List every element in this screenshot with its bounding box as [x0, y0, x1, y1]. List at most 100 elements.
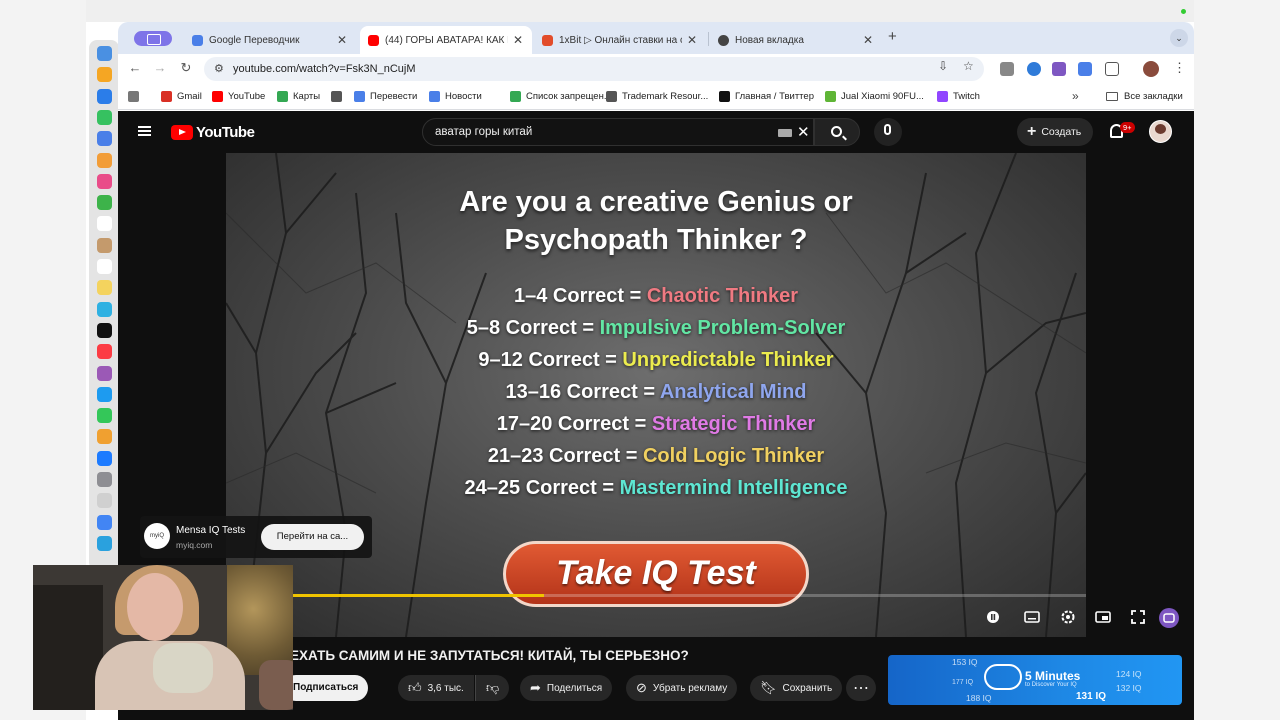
tab-google-translate[interactable]: Google Переводчик ✕	[184, 26, 356, 54]
share-button[interactable]: ➦ Поделиться	[520, 675, 613, 701]
bookmark-item[interactable]: Twitch	[937, 91, 980, 102]
extension-icon[interactable]	[1000, 62, 1014, 76]
keyboard-icon[interactable]	[778, 129, 792, 137]
ad-iq-label: 124 IQ	[1116, 669, 1142, 679]
search-query[interactable]: аватар горы китай	[435, 126, 532, 138]
subtitles-icon[interactable]	[1023, 608, 1041, 626]
dock-app-icon[interactable]	[97, 173, 112, 189]
bookmark-label: Список запрещен...	[526, 91, 612, 102]
dock-app-icon[interactable]	[97, 88, 112, 104]
bookmark-item[interactable]: Новости	[429, 91, 482, 102]
dock-app-icon[interactable]	[97, 152, 112, 168]
bookmark-item[interactable]: Gmail	[161, 91, 202, 102]
dock-app-icon[interactable]	[97, 429, 112, 445]
fullscreen-icon[interactable]	[1129, 608, 1147, 626]
bookmark-item[interactable]: Главная / Твиттер	[719, 91, 814, 102]
address-bar[interactable]: ⚙ youtube.com/watch?v=Fsk3N_nCujM	[204, 57, 984, 81]
site-info-icon[interactable]: ⚙	[214, 62, 224, 75]
dock-app-icon[interactable]	[97, 365, 112, 381]
video-player[interactable]: Are you a creative Genius or Psychopath …	[226, 153, 1086, 637]
bookmark-item[interactable]: Список запрещен...	[510, 91, 612, 102]
tab-youtube[interactable]: (44) ГОРЫ АВАТАРА! КАК П... ✕	[360, 26, 532, 54]
dock-app-icon[interactable]	[97, 46, 112, 61]
dock-app-icon[interactable]	[97, 408, 112, 424]
new-tab-plus-icon[interactable]: +	[888, 28, 897, 45]
dock-app-icon[interactable]	[97, 514, 112, 530]
extensions-puzzle-icon[interactable]	[1105, 62, 1119, 76]
close-tab-icon[interactable]: ✕	[512, 33, 524, 47]
ad-iq-label: 153 IQ	[952, 657, 978, 667]
video-progress-bar[interactable]	[226, 594, 1086, 597]
dock-app-icon[interactable]	[97, 493, 112, 509]
extension-purple-icon[interactable]	[1052, 62, 1066, 76]
vpn-shield-icon[interactable]	[1027, 62, 1041, 76]
dock-app-icon[interactable]	[97, 131, 112, 147]
reload-icon[interactable]: ↻	[177, 60, 195, 76]
youtube-logo[interactable]: YouTube	[171, 124, 255, 141]
back-arrow-icon[interactable]: ←	[126, 60, 144, 75]
save-button[interactable]: 🔖︎ Сохранить	[750, 675, 843, 701]
search-button[interactable]	[814, 118, 860, 146]
dock-app-icon[interactable]	[97, 216, 112, 232]
dock-app-icon[interactable]	[97, 450, 112, 466]
bookmark-save-icon: 🔖︎	[760, 680, 777, 695]
bookmark-item[interactable]: Карты	[277, 91, 320, 102]
menu-hamburger-icon[interactable]	[138, 126, 151, 136]
dock-app-icon[interactable]	[97, 535, 112, 551]
forward-arrow-icon[interactable]: →	[151, 60, 169, 75]
all-bookmarks[interactable]: Все закладки	[1106, 91, 1183, 102]
bookmark-item[interactable]: Jual Xiaomi 90FU...	[825, 91, 924, 102]
ad-iq-label: 132 IQ	[1116, 683, 1142, 693]
dock-app-icon[interactable]	[97, 109, 112, 125]
more-actions-icon[interactable]: ⋯	[846, 675, 876, 701]
pause-icon[interactable]	[984, 608, 1002, 626]
dock-app-icon[interactable]	[97, 472, 112, 487]
dock-app-icon[interactable]	[97, 386, 112, 402]
ad-banner[interactable]: 153 IQ 124 IQ 177 IQ 132 IQ 188 IQ 131 I…	[888, 655, 1182, 705]
dock-app-icon[interactable]	[97, 237, 112, 253]
voice-search-button[interactable]	[874, 118, 902, 146]
dock-app-icon[interactable]	[97, 280, 112, 296]
visit-site-button[interactable]: Перейти на са...	[261, 524, 364, 550]
close-tab-icon[interactable]: ✕	[336, 33, 348, 47]
miniplayer-icon[interactable]	[1094, 608, 1112, 626]
account-avatar[interactable]	[1149, 120, 1172, 143]
bookmark-item[interactable]: YouTube	[212, 91, 265, 102]
bookmark-item[interactable]: Перевести	[354, 91, 417, 102]
dock-app-icon[interactable]	[97, 259, 112, 274]
tab-new-tab[interactable]: Новая вкладка ✕	[710, 26, 882, 54]
dislike-button[interactable]: 👎︎	[475, 675, 510, 701]
like-count: 3,6 тыс.	[427, 682, 464, 694]
url-text[interactable]: youtube.com/watch?v=Fsk3N_nCujM	[233, 63, 416, 75]
browser-menu-icon[interactable]: ⋮	[1173, 60, 1186, 76]
install-app-icon[interactable]: ⇩	[938, 59, 948, 73]
menu-bar	[86, 0, 1194, 22]
extension-overlay-icon[interactable]	[1158, 607, 1180, 629]
profile-avatar-icon[interactable]	[1143, 61, 1159, 77]
sponsor-card[interactable]: myiQ Mensa IQ Tests myiq.com Перейти на …	[140, 516, 372, 558]
more-bookmarks-icon[interactable]: »	[1072, 89, 1079, 103]
dock-app-icon[interactable]	[97, 195, 112, 211]
workspace-tab-icon[interactable]	[134, 31, 172, 46]
bookmark-star-icon[interactable]: ☆	[963, 59, 974, 73]
dock-app-icon[interactable]	[97, 322, 112, 338]
apps-grid-icon[interactable]	[128, 91, 139, 102]
bookmark-item[interactable]	[331, 91, 347, 102]
remove-ads-button[interactable]: ⊘ Убрать рекламу	[626, 675, 738, 701]
dock-app-icon[interactable]	[97, 67, 112, 83]
bookmark-item[interactable]: Trademark Resour...	[606, 91, 708, 102]
tab-search-chevron-icon[interactable]: ⌄	[1170, 29, 1188, 47]
clear-search-icon[interactable]: ✕	[797, 123, 810, 141]
tab-1xbit[interactable]: 1xBit ▷ Онлайн ставки на сп... ✕	[534, 26, 706, 54]
subscribe-button[interactable]: Подписаться	[283, 675, 368, 701]
close-tab-icon[interactable]: ✕	[862, 33, 874, 47]
close-tab-icon[interactable]: ✕	[686, 33, 698, 47]
dock-app-icon[interactable]	[97, 301, 112, 317]
translate-extension-icon[interactable]	[1078, 62, 1092, 76]
dock-app-icon[interactable]	[97, 344, 112, 360]
create-button[interactable]: + Создать	[1017, 118, 1094, 146]
take-iq-test-button[interactable]: Take IQ Test	[503, 541, 809, 607]
like-button[interactable]: 👍︎ 3,6 тыс.	[398, 675, 474, 701]
settings-gear-icon[interactable]	[1059, 608, 1077, 626]
search-input[interactable]: аватар горы китай ✕	[422, 118, 814, 146]
